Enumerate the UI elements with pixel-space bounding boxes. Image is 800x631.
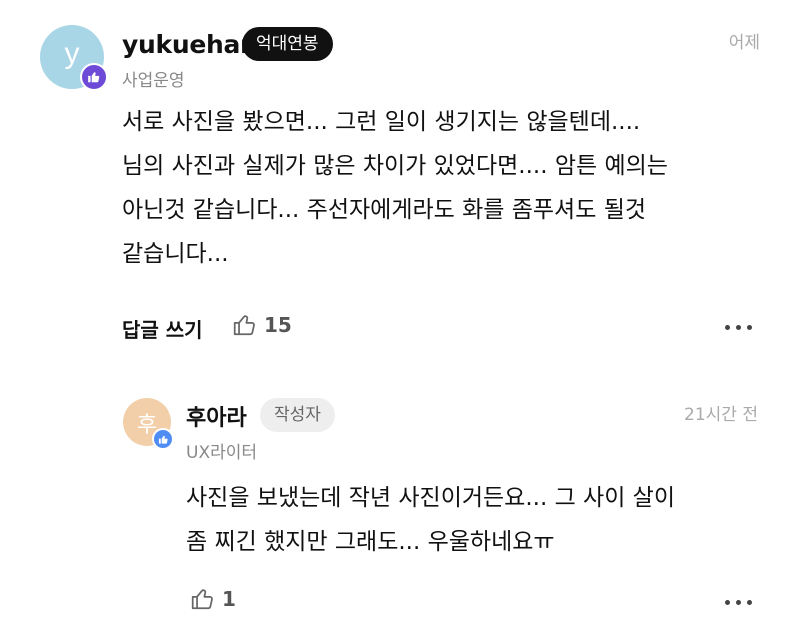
reply-body: 사진을 보냈는데 작년 사진이거든요... 그 사이 살이 좀 찌긴 했지만 그… — [186, 476, 776, 564]
thumbs-up-outline-icon — [233, 315, 255, 336]
thumbs-up-outline-icon — [191, 589, 213, 610]
comment-line: 아닌것 같습니다... 주선자에게라도 화를 좀푸셔도 될것 — [122, 197, 647, 223]
timestamp: 어제 — [728, 33, 760, 53]
more-dots-icon[interactable] — [725, 325, 752, 330]
comment-line: 같습니다... — [122, 241, 229, 267]
more-dots-icon[interactable] — [725, 600, 752, 605]
comment-item: y yukuehan 억대연봉 사업운영 어제 서로 사진을 봤으면... 그런… — [0, 0, 800, 370]
author-badge: 작성자 — [260, 398, 335, 432]
reply-line: 사진을 보냈는데 작년 사진이거든요... 그 사이 살이 — [186, 485, 675, 511]
like-button[interactable]: 1 — [190, 586, 236, 612]
like-count: 15 — [264, 313, 292, 337]
user-tag-badge: 억대연봉 — [242, 27, 333, 61]
comment-body: 서로 사진을 봤으면... 그런 일이 생기지는 않을텐데.... 님의 사진과… — [122, 100, 782, 276]
user-role: 사업운영 — [122, 71, 185, 91]
username[interactable]: yukuehan — [122, 30, 258, 59]
like-count: 1 — [222, 587, 236, 611]
thumbs-up-icon — [152, 428, 174, 450]
username[interactable]: 후아라 — [186, 400, 247, 432]
comment-line: 님의 사진과 실제가 많은 차이가 있었다면.... 암튼 예의는 — [122, 153, 668, 179]
reply-button[interactable]: 답글 쓰기 — [122, 314, 203, 343]
comment-line: 서로 사진을 봤으면... 그런 일이 생기지는 않을텐데.... — [122, 109, 641, 135]
like-button[interactable]: 15 — [232, 312, 292, 338]
timestamp: 21시간 전 — [684, 405, 758, 425]
reply-line: 좀 찌긴 했지만 그래도... 우울하네요ㅠ — [186, 529, 555, 555]
user-role: UX라이터 — [186, 443, 258, 463]
thumbs-up-icon — [80, 63, 108, 91]
reply-item: 후 후아라 작성자 UX라이터 21시간 전 사진을 보냈는데 작년 사진이거든… — [0, 380, 800, 631]
